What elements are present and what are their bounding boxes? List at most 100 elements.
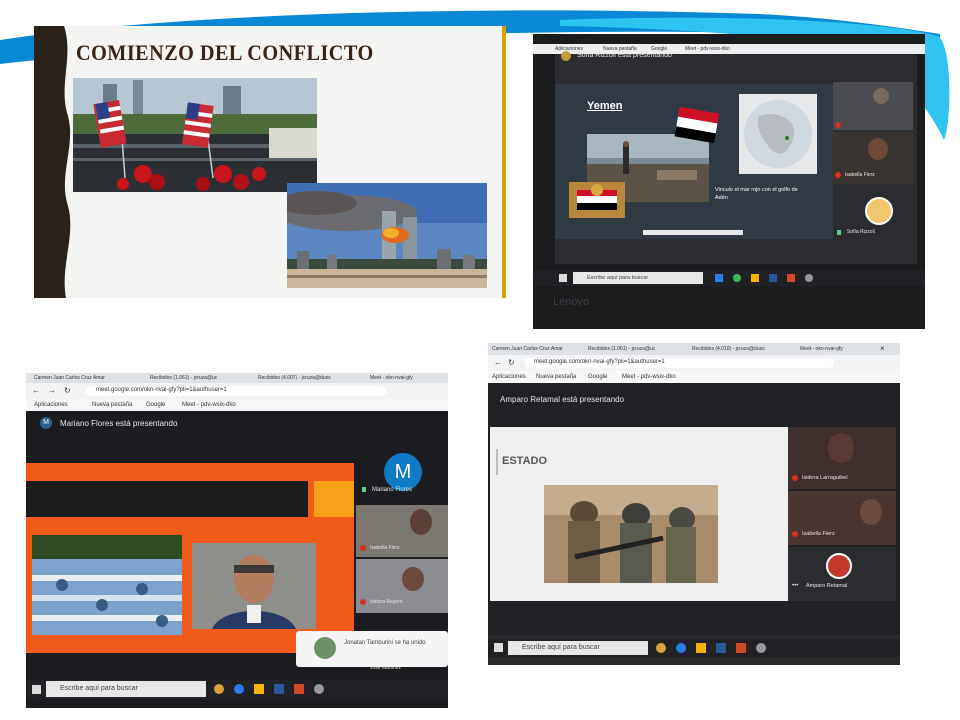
- taskbar-search-input[interactable]: Escribe aquí para buscar: [573, 272, 703, 284]
- presenter-banner: Amparo Retamal está presentando: [500, 395, 625, 404]
- url-text: meet.google.com/okn-nvai-gfy?pli=1&authu…: [96, 387, 227, 393]
- slide-photo-portrait: [192, 543, 316, 629]
- browser-url-bar: ← → ↻ meet.google.com/okn-nvai-gfy?pli=1…: [26, 383, 448, 399]
- participant-name-isabella: Isabella Fierz: [370, 545, 400, 551]
- slide-accent-block: [314, 481, 354, 517]
- notification-text: Jonatan Tamburini se ha unido: [344, 640, 426, 646]
- participant-1-face: [873, 88, 889, 104]
- bookmark-new-tab[interactable]: Nueva pestaña: [92, 402, 132, 408]
- participant-isabella-face: [868, 138, 888, 160]
- slide-caption: Vinculo el mar rojo con el golfo de Adén: [715, 187, 798, 201]
- bookmark-new-tab[interactable]: Nueva pestaña: [536, 374, 576, 380]
- speaking-indicator-icon: [837, 230, 841, 235]
- bookmark-meet[interactable]: Meet - pdv-wsix-dko: [622, 374, 676, 380]
- bookmark-meet[interactable]: Meet - pdv-wsix-dko: [685, 46, 730, 52]
- browser-tab-3[interactable]: Recibidos (4.010) - jcruza@duoc: [692, 346, 788, 352]
- slide-photo-soldiers: [544, 485, 718, 583]
- taskbar-folder-icon[interactable]: [696, 643, 706, 653]
- bookmark-google[interactable]: Google: [588, 374, 607, 380]
- taskbar-word-icon[interactable]: [716, 643, 726, 653]
- participant-isabella-face: [410, 509, 432, 535]
- forward-icon[interactable]: →: [48, 386, 56, 395]
- close-icon[interactable]: ×: [880, 344, 885, 353]
- taskbar-powerpoint-icon[interactable]: [294, 684, 304, 694]
- browser-tab-meet[interactable]: Meet - okn-nvai-gfy: [800, 346, 870, 352]
- presenter-avatar: [561, 51, 571, 61]
- browser-tab-2[interactable]: Recibidos (1.061) - jcruza@uc: [150, 375, 236, 381]
- bookmark-apps[interactable]: Aplicaciones: [34, 402, 68, 408]
- browser-tab-bar: Carmen Juan Carlos Cruz Amar Recibidos (…: [26, 373, 448, 383]
- avatar-amparo: [826, 553, 852, 579]
- participant-name-mariano: Mariano Flores: [372, 487, 413, 493]
- reload-icon[interactable]: ↻: [64, 386, 71, 395]
- browser-tab-1[interactable]: Carmen Juan Carlos Cruz Amar: [34, 375, 114, 381]
- browser-tab-3[interactable]: Recibidos (4.007) - jcruza@duoc: [258, 375, 348, 381]
- mic-off-icon: [835, 122, 841, 128]
- taskbar-search-input[interactable]: Escribe aquí para buscar: [508, 641, 648, 655]
- bookmark-apps[interactable]: Aplicaciones: [492, 374, 526, 380]
- taskbar-word-icon[interactable]: [274, 684, 284, 694]
- taskbar-word-icon[interactable]: [769, 274, 777, 282]
- browser-tab-1[interactable]: Carmen Juan Carlos Cruz Amar: [492, 346, 580, 352]
- avatar-sofia: [865, 197, 893, 225]
- slide-gold-border: [502, 26, 506, 298]
- slide-title: COMIENZO DEL CONFLICTO: [76, 40, 374, 65]
- photo-memorial-flags: [73, 78, 317, 192]
- yemen-emblem: [569, 182, 625, 218]
- more-options-icon[interactable]: •••: [792, 583, 798, 589]
- browser-tab-bar: Carmen Juan Carlos Cruz Amar Recibidos (…: [488, 343, 900, 355]
- presenter-banner: Mariano Flores está presentando: [60, 419, 178, 428]
- reload-icon[interactable]: ↻: [508, 358, 515, 367]
- slide-yemen-title: Yemen: [587, 100, 623, 112]
- back-icon[interactable]: ←: [32, 386, 40, 395]
- taskbar-folder-icon[interactable]: [751, 274, 759, 282]
- participant-name-isabella: Isabella Fierz: [802, 531, 835, 537]
- speaking-indicator-icon: [362, 487, 366, 492]
- photo-meet-yemen: Aplicaciones Nueva pestaña Google Meet -…: [533, 34, 925, 329]
- mic-off-icon: [360, 545, 366, 551]
- taskbar-powerpoint-icon[interactable]: [787, 274, 795, 282]
- participant-name-jose: Jose Martinez: [370, 665, 402, 671]
- taskbar-settings-icon[interactable]: [314, 684, 324, 694]
- taskbar-chrome-icon[interactable]: [214, 684, 224, 694]
- browser-tab-2[interactable]: Recibidos (1.061) - jcruza@uc: [588, 346, 680, 352]
- bookmark-meet[interactable]: Meet - pdv-wsix-dko: [182, 402, 236, 408]
- taskbar-edge-icon[interactable]: [234, 684, 244, 694]
- presenter-avatar: M: [40, 417, 52, 429]
- taskbar-chrome-icon[interactable]: [656, 643, 666, 653]
- slide-estado-title: ESTADO: [502, 455, 548, 467]
- taskbar-powerpoint-icon[interactable]: [736, 643, 746, 653]
- browser-tab-meet[interactable]: Meet - okn-nvai-gfy: [370, 375, 440, 381]
- photo-meet-mariano: Carmen Juan Carlos Cruz Amar Recibidos (…: [26, 373, 448, 708]
- mic-off-icon: [360, 599, 366, 605]
- taskbar-folder-icon[interactable]: [254, 684, 264, 694]
- taskbar-browser-icon[interactable]: [733, 274, 741, 282]
- taskbar-settings-icon[interactable]: [805, 274, 813, 282]
- windows-start-icon[interactable]: [32, 685, 41, 694]
- taskbar-search-input[interactable]: Escribe aquí para buscar: [46, 681, 206, 697]
- presenter-banner: Sofía Rizzoli está presentando: [577, 52, 672, 59]
- participant-name-isidora: Isidora Larraguibel: [802, 475, 848, 481]
- yemen-flag: [674, 106, 720, 144]
- participant-isidora-face: [828, 433, 854, 463]
- participant-isabella-face: [860, 499, 882, 525]
- url-text: meet.google.com/okn-nvai-gfy?pli=1&authu…: [534, 359, 665, 365]
- photo-twin-towers: [287, 183, 487, 288]
- participant-name-amparo: Amparo Retamal: [806, 583, 848, 589]
- windows-start-icon[interactable]: [559, 274, 567, 282]
- taskbar-settings-icon[interactable]: [756, 643, 766, 653]
- slide-dark-band: [26, 481, 308, 517]
- taskbar-app-icon[interactable]: [715, 274, 723, 282]
- slide-photo-crowd: [32, 535, 182, 635]
- taskbar-edge-icon[interactable]: [676, 643, 686, 653]
- slide-comienzo-del-conflicto: COMIENZO DEL CONFLICTO: [34, 26, 506, 298]
- browser-url-bar: ← ↻ meet.google.com/okn-nvai-gfy?pli=1&a…: [488, 355, 900, 371]
- participant-isidora-face: [402, 567, 424, 591]
- bookmark-google[interactable]: Google: [146, 402, 165, 408]
- back-icon[interactable]: ←: [494, 358, 502, 367]
- windows-start-icon[interactable]: [494, 643, 503, 652]
- notification-avatar: [314, 637, 336, 659]
- participant-tile-1[interactable]: [833, 82, 913, 130]
- bookmarks-bar: Aplicaciones Nueva pestaña Google Meet -…: [488, 371, 900, 383]
- avatar-mariano: M: [384, 453, 422, 491]
